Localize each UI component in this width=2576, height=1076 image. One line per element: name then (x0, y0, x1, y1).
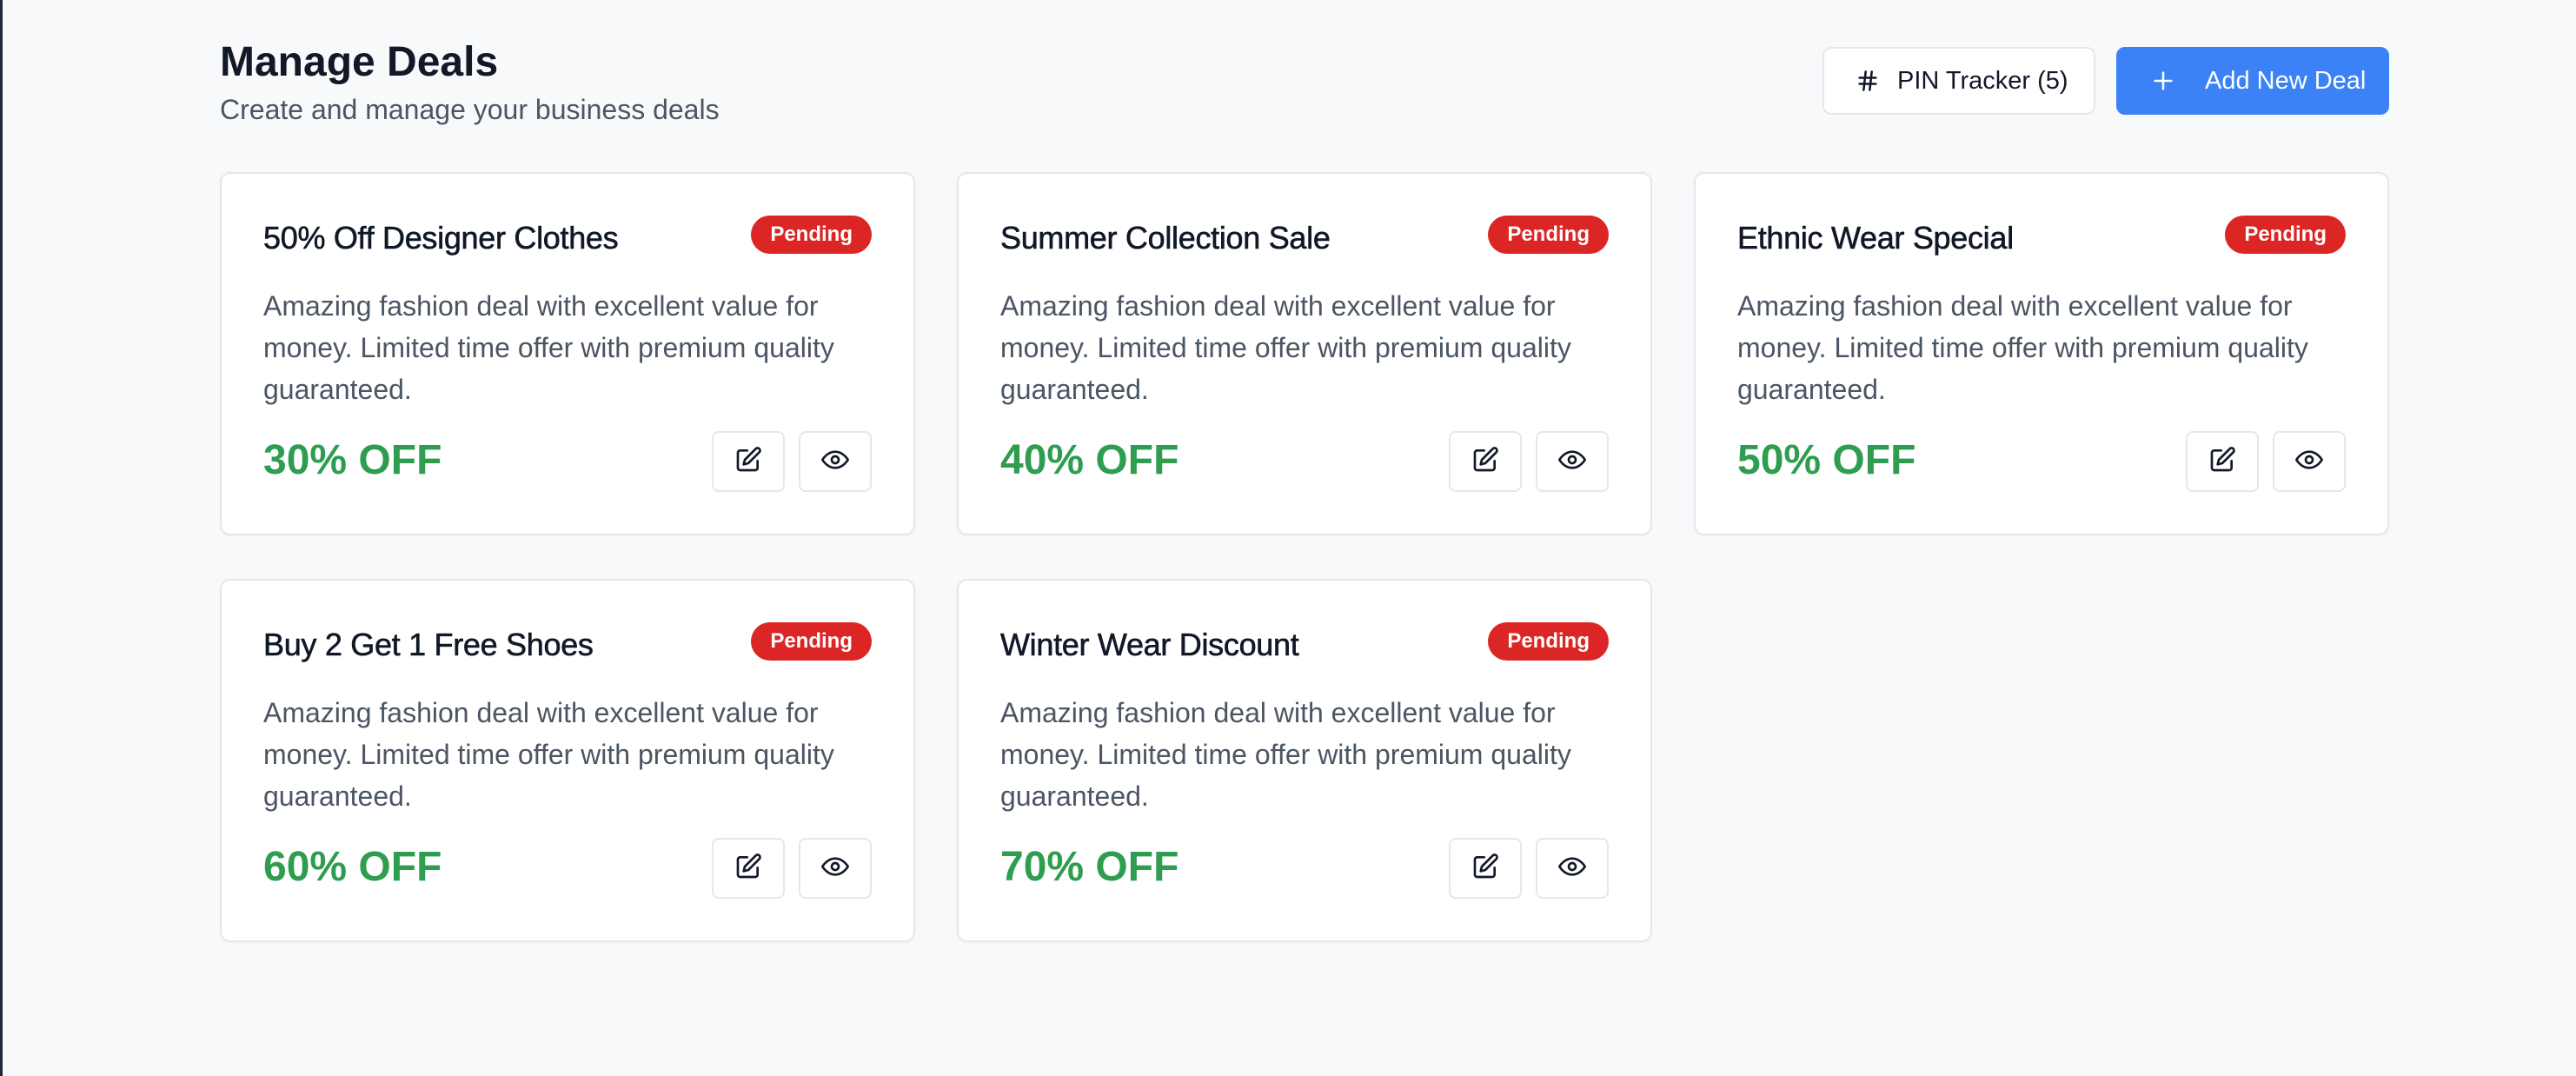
eye-icon (821, 853, 849, 885)
pin-tracker-label: PIN Tracker (5) (1897, 66, 2068, 95)
eye-icon (821, 446, 849, 478)
status-badge: Pending (1488, 622, 1609, 661)
edit-icon (1471, 446, 1499, 478)
status-badge: Pending (2225, 216, 2346, 254)
page-header: Manage Deals Create and manage your busi… (220, 35, 2389, 130)
deal-description: Amazing fashion deal with excellent valu… (1000, 697, 1571, 812)
deal-discount: 70% OFF (1000, 844, 1179, 890)
eye-icon (2295, 446, 2323, 478)
edit-deal-button[interactable] (712, 838, 785, 899)
deal-card: Summer Collection Sale Pending Amazing f… (957, 172, 1652, 535)
deal-card: Ethnic Wear Special Pending Amazing fash… (1694, 172, 2389, 535)
edit-icon (2208, 446, 2236, 478)
deal-card: Buy 2 Get 1 Free Shoes Pending Amazing f… (220, 579, 915, 942)
page-title: Manage Deals (220, 39, 499, 85)
window-left-border (0, 0, 3, 1076)
plus-icon (2151, 69, 2175, 93)
edit-deal-button[interactable] (1449, 431, 1522, 492)
deal-card: 50% Off Designer Clothes Pending Amazing… (220, 172, 915, 535)
view-deal-button[interactable] (799, 838, 872, 899)
view-deal-button[interactable] (1536, 431, 1609, 492)
deal-title: Ethnic Wear Special (1737, 220, 2015, 256)
eye-icon (1558, 446, 1586, 478)
status-badge: Pending (1488, 216, 1609, 254)
add-new-deal-button[interactable]: Add New Deal (2116, 47, 2389, 115)
deal-discount: 50% OFF (1737, 437, 1916, 483)
deal-title: Buy 2 Get 1 Free Shoes (263, 627, 594, 663)
deal-title: Summer Collection Sale (1000, 220, 1331, 256)
view-deal-button[interactable] (1536, 838, 1609, 899)
deal-title: 50% Off Designer Clothes (263, 220, 619, 256)
deal-description: Amazing fashion deal with excellent valu… (263, 290, 834, 405)
eye-icon (1558, 853, 1586, 885)
deal-discount: 30% OFF (263, 437, 442, 483)
deal-description: Amazing fashion deal with excellent valu… (1000, 290, 1571, 405)
edit-deal-button[interactable] (712, 431, 785, 492)
edit-icon (734, 853, 762, 885)
add-new-deal-label: Add New Deal (2205, 66, 2367, 95)
deal-description: Amazing fashion deal with excellent valu… (1737, 290, 2308, 405)
hash-icon (1856, 69, 1880, 93)
edit-deal-button[interactable] (2186, 431, 2259, 492)
view-deal-button[interactable] (799, 431, 872, 492)
deal-title: Winter Wear Discount (1000, 627, 1299, 663)
deal-discount: 40% OFF (1000, 437, 1179, 483)
status-badge: Pending (751, 622, 872, 661)
deal-description: Amazing fashion deal with excellent valu… (263, 697, 834, 812)
edit-deal-button[interactable] (1449, 838, 1522, 899)
view-deal-button[interactable] (2273, 431, 2346, 492)
deal-card: Winter Wear Discount Pending Amazing fas… (957, 579, 1652, 942)
page-subtitle: Create and manage your business deals (220, 94, 720, 125)
pin-tracker-button[interactable]: PIN Tracker (5) (1822, 47, 2095, 115)
edit-icon (1471, 853, 1499, 885)
status-badge: Pending (751, 216, 872, 254)
edit-icon (734, 446, 762, 478)
deal-discount: 60% OFF (263, 844, 442, 890)
